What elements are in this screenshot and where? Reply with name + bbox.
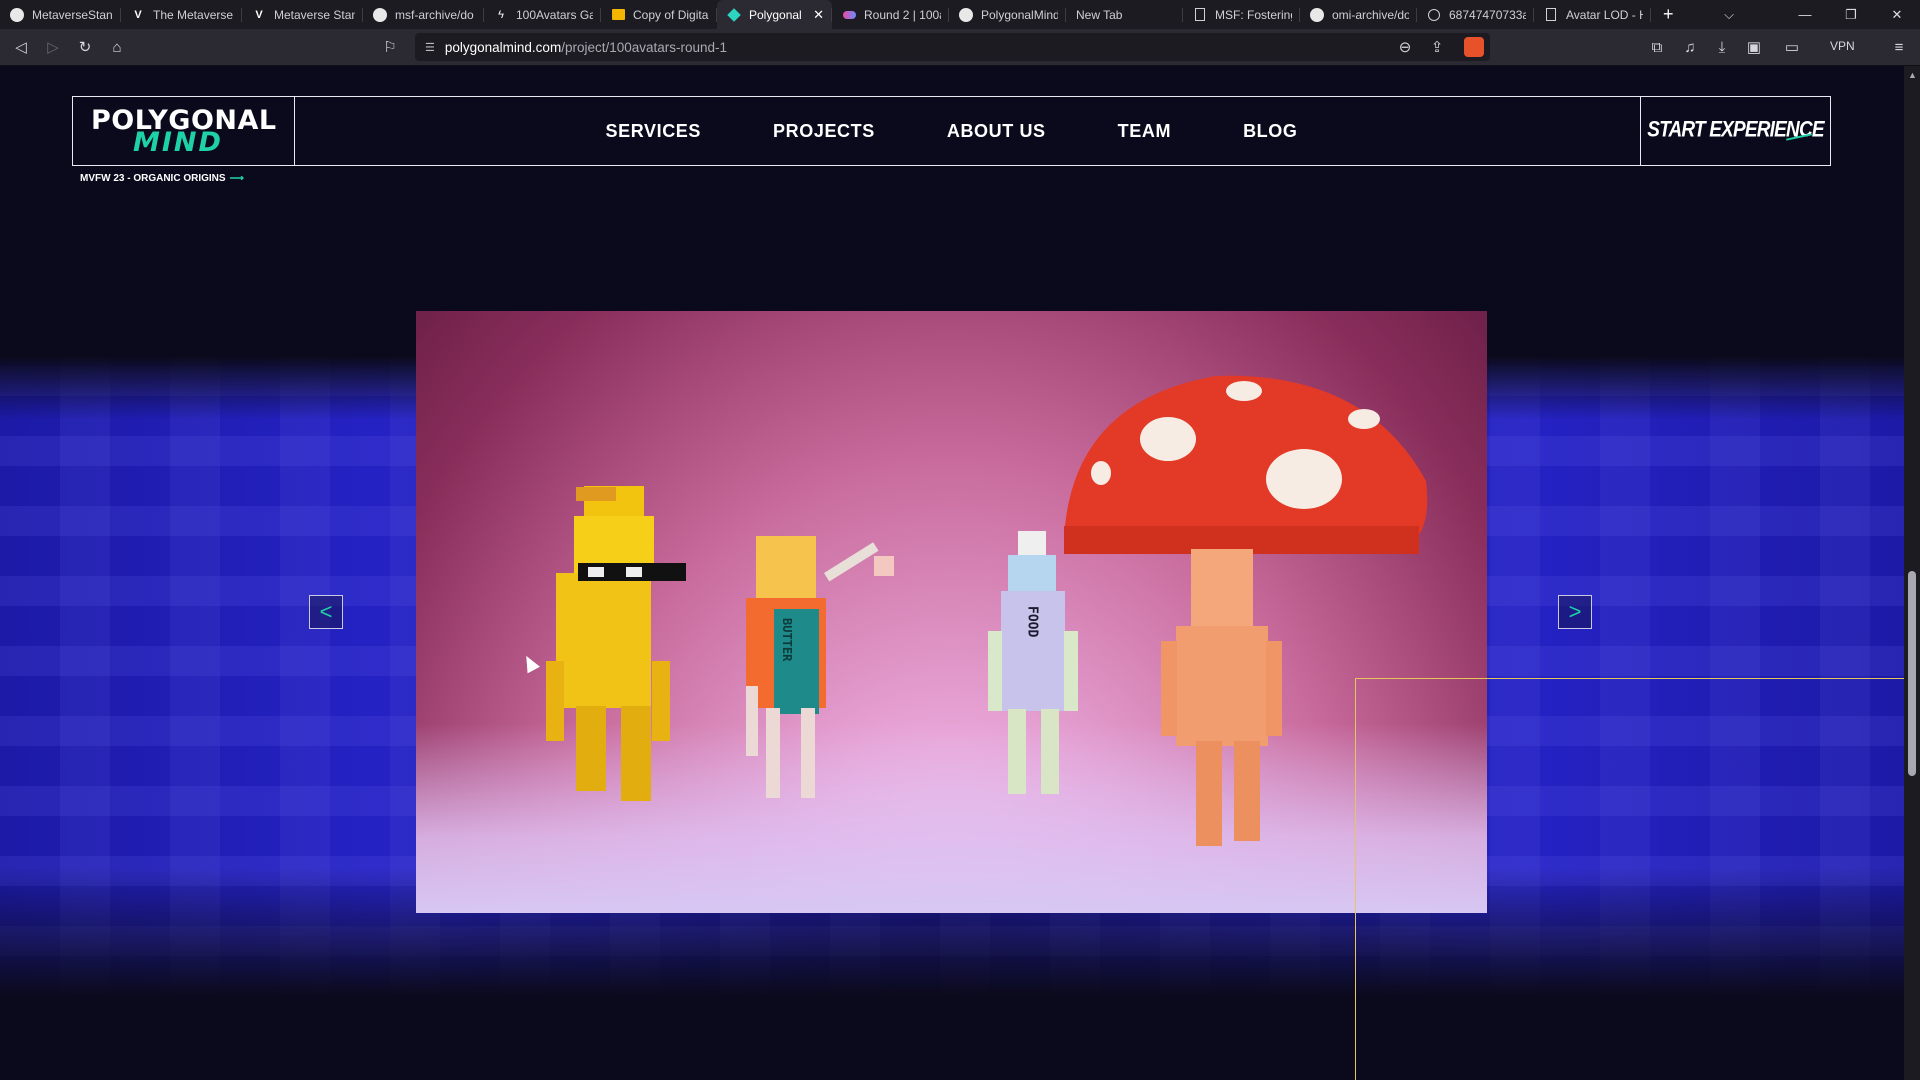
tab-strip: MetaverseStan V The Metaverse V Metaverse … [0,0,1920,29]
nav-team[interactable]: TEAM [1118,121,1171,142]
site-logo[interactable]: POLYGONAL MIND [73,97,295,165]
arrow-icon: ⟶ [229,173,244,184]
globe-icon [1427,8,1441,22]
carousel-prev-button[interactable]: < [309,595,343,629]
github-icon [1310,7,1324,22]
browser-tab[interactable]: 68747470733a [1417,0,1534,29]
browser-tab[interactable]: Copy of Digital [601,0,717,29]
reload-icon[interactable]: ↻ [76,38,94,56]
round2-icon [842,8,856,22]
media-icon[interactable]: ♫ [1681,38,1699,56]
msf-logo-icon: V [134,8,142,21]
nav-about-us[interactable]: ABOUT US [947,121,1046,142]
github-icon [959,7,973,22]
main-nav: SERVICES PROJECTS ABOUT US TEAM BLOG [73,97,1830,165]
page-scrollbar[interactable]: ▲ [1904,66,1920,1080]
restore-button[interactable]: ❐ [1828,0,1874,29]
scrollbar-thumb[interactable] [1908,571,1916,776]
home-icon[interactable]: ⌂ [108,38,126,56]
menu-icon[interactable]: ≡ [1890,38,1908,56]
browser-tab[interactable]: New Tab [1066,0,1183,29]
zoom-icon[interactable]: ⊖ [1396,38,1414,56]
document-icon [1193,8,1207,22]
new-tab-button[interactable]: + [1651,4,1686,25]
butter-character: BUTTER [746,536,894,798]
brave-shields-icon[interactable] [1464,37,1484,57]
downloads-icon[interactable]: ⤓ [1713,38,1731,56]
browser-tab[interactable]: Avatar LOD - H [1534,0,1651,29]
scroll-up-icon[interactable]: ▲ [1908,70,1917,80]
browser-tab[interactable]: MSF: Fostering [1183,0,1300,29]
nav-projects[interactable]: PROJECTS [773,121,875,142]
carousel-next-button[interactable]: > [1558,595,1592,629]
banana-character [546,486,686,801]
event-tagline[interactable]: MVFW 23 - ORGANIC ORIGINS ⟶ [80,173,244,184]
close-tab-icon[interactable]: ✕ [805,7,824,23]
close-window-button[interactable]: ✕ [1874,0,1920,29]
nav-blog[interactable]: BLOG [1243,121,1297,142]
browser-tab[interactable]: V The Metaverse [121,0,242,29]
browser-tab[interactable]: msf-archive/do [363,0,484,29]
start-experience-label: START EXPERIENCE [1647,118,1824,143]
bolt-icon: ϟ [498,8,504,21]
food-label: FOOD [1025,606,1040,637]
browser-tab[interactable]: PolygonalMind [949,0,1066,29]
browser-tab[interactable]: V Metaverse Stan [242,0,363,29]
bookmark-icon[interactable]: ⚐ [381,38,399,56]
site-header: POLYGONAL MIND SERVICES PROJECTS ABOUT U… [72,96,1831,166]
github-icon [373,7,387,22]
carousel-slide-image: BUTTER FOOD [416,311,1487,913]
forward-icon[interactable]: ▷ [44,38,62,56]
back-icon[interactable]: ◁ [12,38,30,56]
browser-tab[interactable]: Round 2 | 100a [832,0,949,29]
browser-tab-active[interactable]: Polygonal ✕ [717,0,832,29]
start-experience-button[interactable]: START EXPERIENCE [1640,97,1830,165]
tab-search-chevron-icon[interactable]: ⌵ [1706,0,1752,29]
vpn-button[interactable]: VPN [1830,39,1855,53]
browser-tab[interactable]: ϟ 100Avatars Gar [484,0,601,29]
browser-tab[interactable]: omi-archive/do [1300,0,1417,29]
url-path: /project/100avatars-round-1 [561,39,728,55]
github-icon [10,7,24,22]
slides-icon [611,8,625,22]
sidebar-icon[interactable]: ▣ [1745,38,1763,56]
decorative-gold-frame [1355,678,1904,1080]
address-bar[interactable]: ☰ polygonalmind.com/project/100avatars-r… [415,33,1490,61]
voxel-characters-illustration: BUTTER FOOD [546,375,1428,846]
wallet-icon[interactable]: ▭ [1783,38,1801,56]
site-info-icon[interactable]: ☰ [425,41,435,54]
page-viewport: POLYGONAL MIND SERVICES PROJECTS ABOUT U… [0,66,1904,1080]
polygonal-icon [727,7,741,22]
extensions-icon[interactable]: ⧉ [1648,38,1666,56]
logo-text-bottom: MIND [133,127,223,158]
minimize-button[interactable]: — [1782,0,1828,29]
msf-logo-icon: V [255,8,263,21]
browser-tab[interactable]: MetaverseStan [0,0,121,29]
browser-toolbar: ◁ ▷ ↻ ⌂ ⚐ ☰ polygonalmind.com/project/10… [0,29,1920,66]
url-host: polygonalmind.com [444,39,562,55]
bottle-character: FOOD [988,531,1078,794]
nav-services[interactable]: SERVICES [606,121,702,142]
document-icon [1544,8,1558,22]
share-icon[interactable]: ⇪ [1428,38,1446,56]
butter-label: BUTTER [780,618,794,662]
